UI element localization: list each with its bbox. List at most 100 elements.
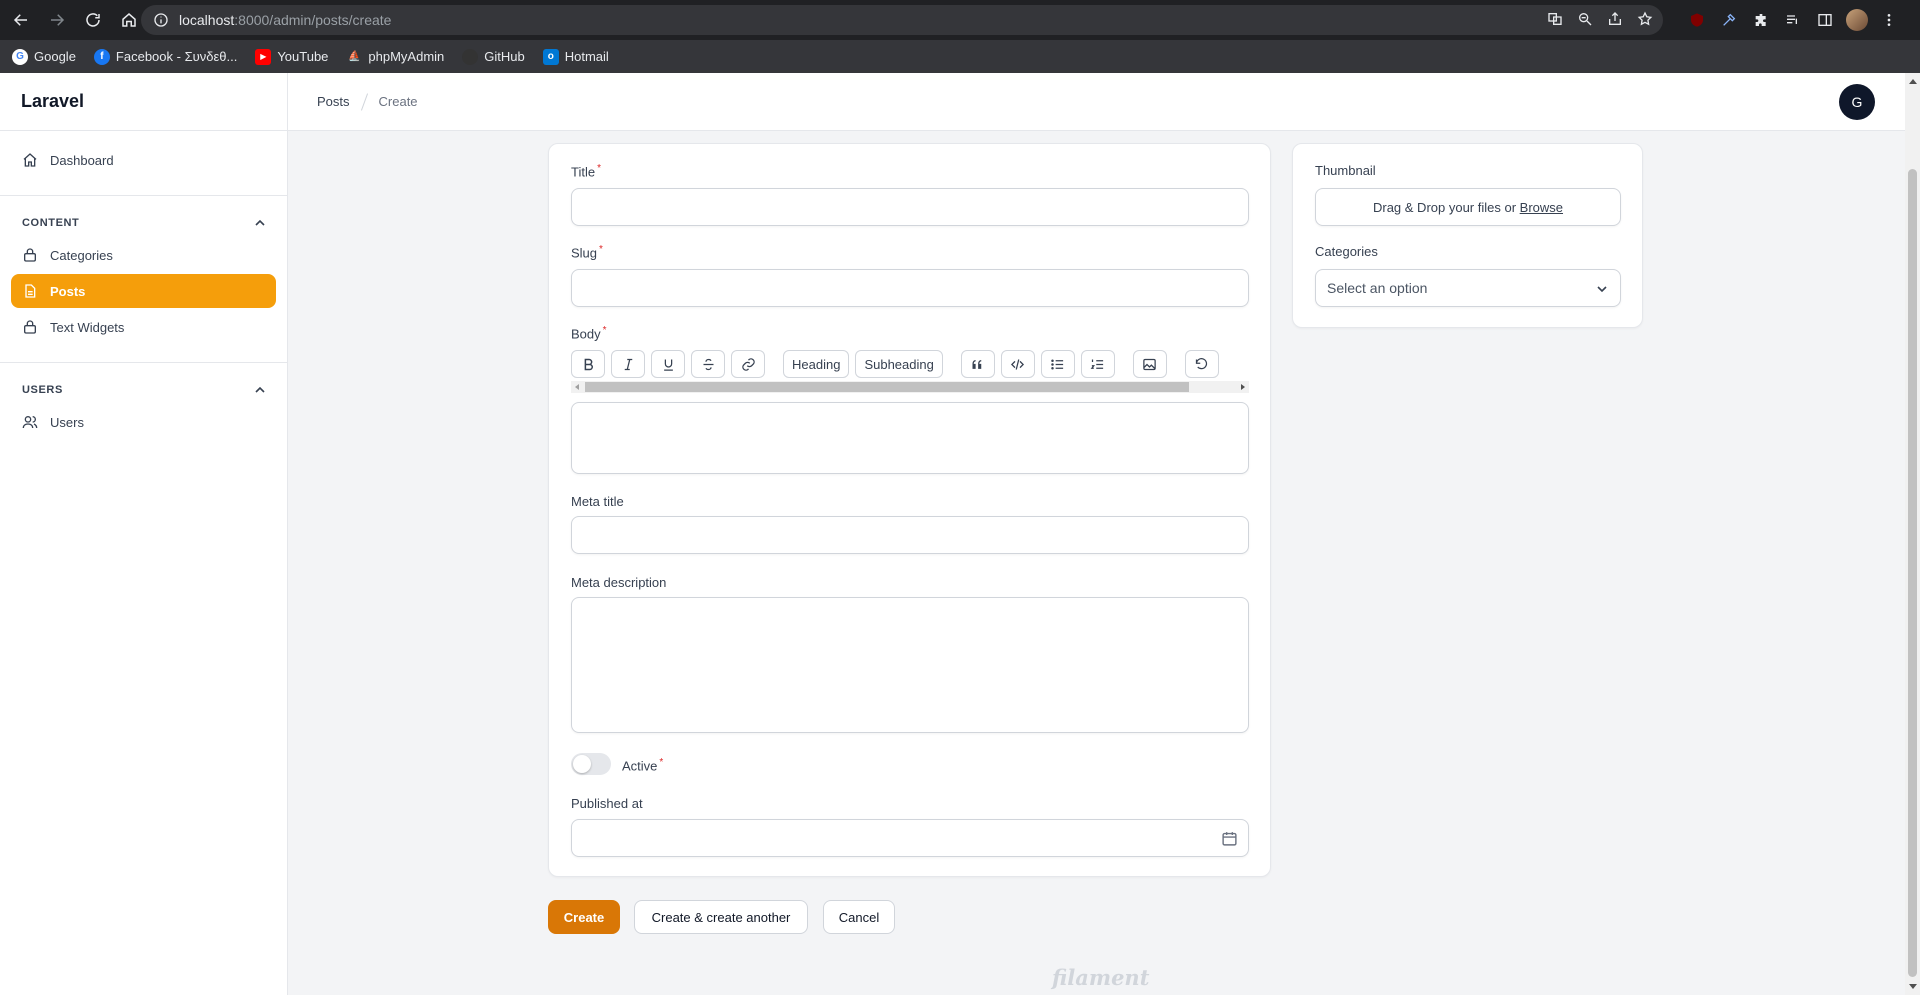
bookmark-hotmail[interactable]: o Hotmail bbox=[542, 48, 609, 65]
bullet-list-button[interactable] bbox=[1040, 350, 1075, 378]
required-mark: * bbox=[599, 244, 603, 255]
subheading-button[interactable]: Subheading bbox=[855, 350, 943, 378]
title-label-text: Title bbox=[571, 164, 596, 180]
eyedropper-extension[interactable] bbox=[1718, 9, 1740, 31]
bookmark-star-icon[interactable] bbox=[1637, 11, 1653, 27]
profile-button[interactable] bbox=[1846, 9, 1868, 31]
slug-label-text: Slug bbox=[571, 245, 598, 261]
google-icon: G bbox=[12, 48, 28, 65]
scroll-left-arrow[interactable] bbox=[575, 384, 579, 390]
code-icon bbox=[1011, 358, 1025, 370]
scroll-down-arrow[interactable] bbox=[1909, 984, 1917, 989]
blockquote-button[interactable] bbox=[960, 350, 995, 378]
sidebar-nav: Dashboard CONTENT Categories Posts Text … bbox=[0, 131, 287, 453]
italic-button[interactable] bbox=[611, 350, 645, 378]
code-button[interactable] bbox=[1000, 350, 1035, 378]
scroll-thumb[interactable] bbox=[1908, 169, 1917, 977]
post-side-card: Thumbnail Drag & Drop your files or Brow… bbox=[1292, 143, 1643, 328]
menu-button[interactable] bbox=[1878, 9, 1900, 31]
side-panel-icon bbox=[1818, 14, 1832, 26]
title-label: Title * bbox=[571, 163, 601, 179]
undo-button[interactable] bbox=[1184, 350, 1219, 378]
breadcrumb-create[interactable]: Create bbox=[379, 94, 418, 109]
ublock-extension[interactable] bbox=[1686, 9, 1708, 31]
document-icon bbox=[25, 284, 36, 298]
puzzle-icon bbox=[1755, 14, 1766, 26]
attach-image-button[interactable] bbox=[1132, 350, 1167, 378]
active-label-text: Active bbox=[622, 758, 658, 774]
extensions-button[interactable] bbox=[1750, 9, 1772, 31]
user-avatar[interactable]: G bbox=[1839, 84, 1875, 120]
body-editor[interactable] bbox=[571, 402, 1249, 474]
nav-group-content[interactable]: CONTENT bbox=[11, 208, 276, 238]
underline-button[interactable] bbox=[651, 350, 685, 378]
scroll-right-arrow[interactable] bbox=[1241, 384, 1245, 390]
sidebar-item-label: Text Widgets bbox=[50, 319, 125, 335]
required-mark: * bbox=[659, 757, 664, 768]
calendar-icon[interactable] bbox=[1221, 830, 1238, 847]
back-button[interactable] bbox=[6, 5, 36, 35]
bullet-list-icon bbox=[1051, 359, 1064, 369]
bookmark-github[interactable]: GitHub bbox=[462, 48, 525, 65]
sidebar-item-posts[interactable]: Posts bbox=[11, 274, 276, 308]
toolbar-scrollbar[interactable] bbox=[571, 381, 1249, 393]
nav-group-label: USERS bbox=[22, 384, 63, 396]
nav-group-users[interactable]: USERS bbox=[11, 375, 276, 405]
bookmark-facebook[interactable]: f Facebook - Συνδεθ... bbox=[93, 48, 237, 65]
sidebar-item-label: Users bbox=[50, 414, 84, 430]
reading-list-button[interactable] bbox=[1782, 9, 1804, 31]
address-bar[interactable]: localhost:8000/admin/posts/create bbox=[141, 5, 1663, 35]
breadcrumb-separator bbox=[360, 92, 368, 111]
sidebar-divider bbox=[0, 195, 287, 196]
side-panel-button[interactable] bbox=[1814, 9, 1836, 31]
sidebar-item-text-widgets[interactable]: Text Widgets bbox=[11, 310, 276, 344]
sidebar-item-users[interactable]: Users bbox=[11, 405, 276, 439]
facebook-icon: f bbox=[93, 48, 110, 65]
zoom-icon[interactable] bbox=[1577, 11, 1593, 27]
ordered-list-button[interactable] bbox=[1080, 350, 1115, 378]
kebab-menu-icon bbox=[1887, 14, 1891, 26]
bold-button[interactable] bbox=[571, 350, 605, 378]
forward-button[interactable] bbox=[42, 5, 72, 35]
toolbar-scroll-thumb[interactable] bbox=[585, 382, 1189, 392]
published-at-input[interactable] bbox=[571, 819, 1249, 857]
underline-icon bbox=[663, 359, 673, 371]
categories-placeholder: Select an option bbox=[1327, 280, 1428, 296]
home-button[interactable] bbox=[114, 5, 144, 35]
users-icon bbox=[22, 416, 38, 429]
link-button[interactable] bbox=[731, 350, 765, 378]
create-another-button[interactable]: Create & create another bbox=[634, 900, 808, 934]
cancel-button[interactable]: Cancel bbox=[823, 900, 895, 934]
bookmark-youtube[interactable]: ▶ YouTube bbox=[255, 48, 328, 65]
profile-avatar bbox=[1846, 9, 1868, 31]
page-scrollbar[interactable] bbox=[1905, 73, 1920, 995]
heading-button[interactable]: Heading bbox=[783, 350, 850, 378]
sidebar-item-dashboard[interactable]: Dashboard bbox=[11, 143, 276, 177]
brand-logo[interactable]: Laravel bbox=[0, 73, 287, 131]
categories-select[interactable]: Select an option bbox=[1315, 269, 1621, 307]
reload-icon bbox=[86, 13, 100, 27]
bookmark-phpmyadmin[interactable]: ⛵ phpMyAdmin bbox=[346, 49, 444, 65]
thumbnail-dropzone[interactable]: Drag & Drop your files or Browse bbox=[1315, 188, 1621, 226]
url-path: :8000/admin/posts/create bbox=[234, 12, 392, 28]
bookmark-label: Hotmail bbox=[564, 49, 609, 64]
strikethrough-button[interactable] bbox=[691, 350, 725, 378]
browse-link[interactable]: Browse bbox=[1520, 200, 1563, 215]
meta-description-textarea[interactable] bbox=[571, 597, 1249, 733]
share-icon[interactable] bbox=[1607, 11, 1623, 27]
reload-button[interactable] bbox=[78, 5, 108, 35]
bookmark-google[interactable]: G Google bbox=[12, 48, 76, 65]
meta-title-input[interactable] bbox=[571, 516, 1249, 554]
sidebar-item-label: Posts bbox=[50, 283, 86, 299]
translate-icon[interactable] bbox=[1547, 11, 1563, 27]
scroll-up-arrow[interactable] bbox=[1909, 79, 1917, 84]
active-toggle[interactable] bbox=[571, 753, 611, 775]
title-input[interactable] bbox=[571, 188, 1249, 226]
home-icon bbox=[23, 153, 37, 167]
lock-icon bbox=[24, 320, 36, 334]
create-button[interactable]: Create bbox=[548, 900, 620, 934]
sidebar-item-categories[interactable]: Categories bbox=[11, 238, 276, 272]
categories-label: Categories bbox=[1315, 244, 1378, 259]
slug-input[interactable] bbox=[571, 269, 1249, 307]
breadcrumb-posts[interactable]: Posts bbox=[317, 94, 350, 109]
